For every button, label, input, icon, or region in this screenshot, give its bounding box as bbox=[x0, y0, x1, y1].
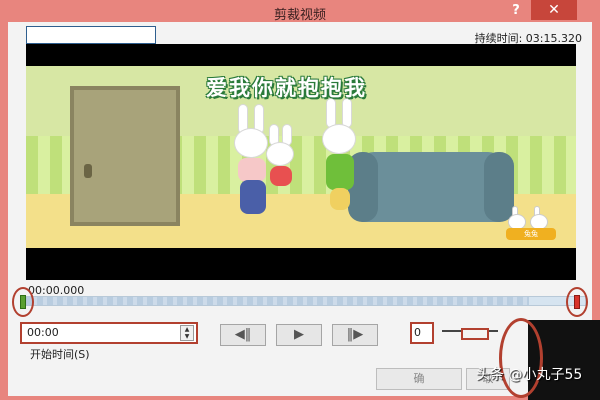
spin-up-button[interactable]: ▲ bbox=[181, 326, 193, 333]
ok-button[interactable]: 确 bbox=[376, 368, 462, 390]
scene-door bbox=[70, 86, 180, 226]
bunny-dress bbox=[326, 154, 354, 190]
end-trim-handle[interactable] bbox=[574, 295, 580, 309]
video-frame: 爱我你就抱抱我 兔兔 bbox=[26, 66, 576, 248]
spin-down-button[interactable]: ▼ bbox=[181, 333, 193, 340]
start-trim-handle[interactable] bbox=[20, 295, 26, 309]
bunny-head bbox=[266, 142, 294, 166]
bunny-head bbox=[234, 128, 268, 158]
bunny-dress bbox=[270, 166, 292, 186]
bunny-shirt bbox=[238, 158, 266, 182]
bunny-ear bbox=[342, 98, 352, 128]
channel-logo: 兔兔 bbox=[504, 206, 558, 242]
bunny-pants bbox=[240, 180, 266, 214]
logo-text: 兔兔 bbox=[506, 228, 556, 240]
video-preview[interactable]: 爱我你就抱抱我 兔兔 bbox=[26, 44, 576, 280]
bunny-legs bbox=[330, 188, 350, 210]
end-time-highlight bbox=[461, 328, 489, 340]
scene-sofa bbox=[348, 152, 514, 222]
dialog-body: 持续时间: 03:15.320 爱我你就抱抱我 兔兔 00:00.000 00:… bbox=[8, 22, 600, 400]
play-button[interactable]: ▶ bbox=[276, 324, 322, 346]
start-marker-highlight bbox=[12, 287, 34, 317]
start-time-spinner: ▲ ▼ bbox=[180, 325, 194, 341]
start-time-input[interactable]: 00:00 bbox=[24, 326, 174, 340]
end-time-input[interactable]: 0 bbox=[410, 322, 434, 344]
video-caption: 爱我你就抱抱我 bbox=[206, 76, 367, 100]
help-button[interactable]: ? bbox=[504, 2, 528, 20]
video-name-field[interactable] bbox=[26, 26, 156, 44]
trim-video-dialog: 剪裁视频 ? ✕ 持续时间: 03:15.320 爱我你就抱抱我 兔兔 00:0… bbox=[0, 0, 600, 400]
watermark-text: 头条 @小丸子55 bbox=[476, 367, 583, 383]
door-knob bbox=[84, 164, 92, 178]
bunny-head bbox=[322, 124, 356, 154]
close-button[interactable]: ✕ bbox=[531, 0, 577, 20]
start-time-field: 00:00 ▲ ▼ bbox=[20, 322, 198, 344]
trim-range bbox=[27, 297, 530, 305]
title-bar: 剪裁视频 ? ✕ bbox=[0, 0, 600, 24]
end-marker-highlight bbox=[566, 287, 588, 317]
trim-timeline[interactable] bbox=[26, 296, 586, 306]
annotation-circle bbox=[499, 318, 543, 398]
start-time-label: 开始时间(S) bbox=[30, 348, 90, 361]
next-frame-button[interactable]: ‖▶ bbox=[332, 324, 378, 346]
previous-frame-button[interactable]: ◀‖ bbox=[220, 324, 266, 346]
